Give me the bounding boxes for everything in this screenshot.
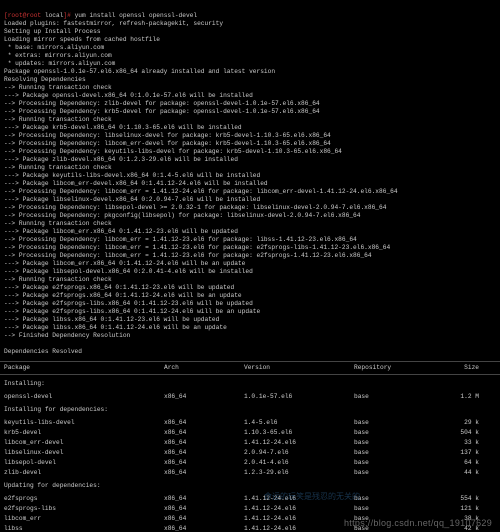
cell-arch: x86_64	[164, 504, 244, 514]
cell-pkg: libcom_err-devel	[4, 438, 164, 448]
cell-pkg: e2fsprogs	[4, 494, 164, 504]
cell-pkg: libsepol-devel	[4, 458, 164, 468]
table-row: zlib-develx86_641.2.3-29.el6base44 k	[0, 468, 500, 478]
table-row: openssl-develx86_641.0.1e-57.el6base1.2 …	[0, 392, 500, 402]
cell-pkg: keyutils-libs-devel	[4, 418, 164, 428]
cell-size: 64 k	[424, 458, 479, 468]
col-size: Size	[424, 363, 479, 373]
cell-ver: 1.41.12-24.el6	[244, 514, 354, 524]
cell-size: 554 k	[424, 494, 479, 504]
cell-repo: base	[354, 504, 424, 514]
table-row: e2fsprogs-libsx86_641.41.12-24.el6base12…	[0, 504, 500, 514]
cell-ver: 1.41.12-24.el6	[244, 438, 354, 448]
table-row: keyutils-libs-develx86_641.4-5.el6base29…	[0, 418, 500, 428]
dependency-output: Loaded plugins: fastestmirror, refresh-p…	[4, 20, 496, 356]
cell-arch: x86_64	[164, 428, 244, 438]
cell-ver: 1.10.3-65.el6	[244, 428, 354, 438]
cell-pkg: openssl-devel	[4, 392, 164, 402]
cell-arch: x86_64	[164, 514, 244, 524]
cell-size: 29 k	[424, 418, 479, 428]
cell-pkg: zlib-devel	[4, 468, 164, 478]
cell-arch: x86_64	[164, 524, 244, 532]
cell-ver: 2.0.41-4.el6	[244, 458, 354, 468]
cell-size: 33 k	[424, 438, 479, 448]
cell-ver: 2.0.94-7.el6	[244, 448, 354, 458]
cell-ver: 1.0.1e-57.el6	[244, 392, 354, 402]
cell-ver: 1.41.12-24.el6	[244, 524, 354, 532]
col-package: Package	[4, 363, 164, 373]
cell-arch: x86_64	[164, 438, 244, 448]
table-row: libcom_err-develx86_641.41.12-24.el6base…	[0, 438, 500, 448]
cell-pkg: e2fsprogs-libs	[4, 504, 164, 514]
table-row: libselinux-develx86_642.0.94-7.el6base13…	[0, 448, 500, 458]
cell-size: 1.2 M	[424, 392, 479, 402]
watermark-chinese: 命运的玩笑是残忍的无关的	[264, 491, 360, 502]
cell-ver: 1.41.12-24.el6	[244, 504, 354, 514]
cell-arch: x86_64	[164, 448, 244, 458]
cell-pkg: libselinux-devel	[4, 448, 164, 458]
cell-ver: 1.4-5.el6	[244, 418, 354, 428]
cell-repo: base	[354, 468, 424, 478]
cell-arch: x86_64	[164, 494, 244, 504]
col-arch: Arch	[164, 363, 244, 373]
installing-deps-label: Installing for dependencies:	[0, 402, 500, 418]
table-row: e2fsprogsx86_641.41.12-24.el6base554 k	[0, 494, 500, 504]
col-version: Version	[244, 363, 354, 373]
cell-repo: base	[354, 494, 424, 504]
cell-pkg: libcom_err	[4, 514, 164, 524]
table-top-rule	[0, 361, 500, 362]
cell-size: 44 k	[424, 468, 479, 478]
cell-size: 137 k	[424, 448, 479, 458]
cell-size: 121 k	[424, 504, 479, 514]
table-row: krb5-develx86_641.10.3-65.el6base504 k	[0, 428, 500, 438]
table-row: libsepol-develx86_642.0.41-4.el6base64 k	[0, 458, 500, 468]
col-repository: Repository	[354, 363, 424, 373]
cell-arch: x86_64	[164, 392, 244, 402]
cell-repo: base	[354, 392, 424, 402]
cell-ver: 1.2.3-29.el6	[244, 468, 354, 478]
cell-repo: base	[354, 428, 424, 438]
cell-pkg: krb5-devel	[4, 428, 164, 438]
command-text: yum install openssl openssl-devel	[75, 12, 198, 19]
cell-pkg: libss	[4, 524, 164, 532]
prompt: [root@root local]# yum install openssl o…	[4, 12, 197, 19]
updating-deps-label: Updating for dependencies:	[0, 478, 500, 494]
cell-repo: base	[354, 458, 424, 468]
table-header-rule	[0, 374, 500, 375]
cell-arch: x86_64	[164, 458, 244, 468]
cell-repo: base	[354, 438, 424, 448]
terminal-output: [root@root local]# yum install openssl o…	[0, 0, 500, 360]
cell-repo: base	[354, 418, 424, 428]
installing-label: Installing:	[0, 376, 500, 392]
table-header: Package Arch Version Repository Size	[0, 363, 500, 373]
cell-arch: x86_64	[164, 468, 244, 478]
cell-repo: base	[354, 448, 424, 458]
watermark-url: https://blog.csdn.net/qq_19107629	[344, 518, 492, 528]
cell-size: 504 k	[424, 428, 479, 438]
cell-arch: x86_64	[164, 418, 244, 428]
